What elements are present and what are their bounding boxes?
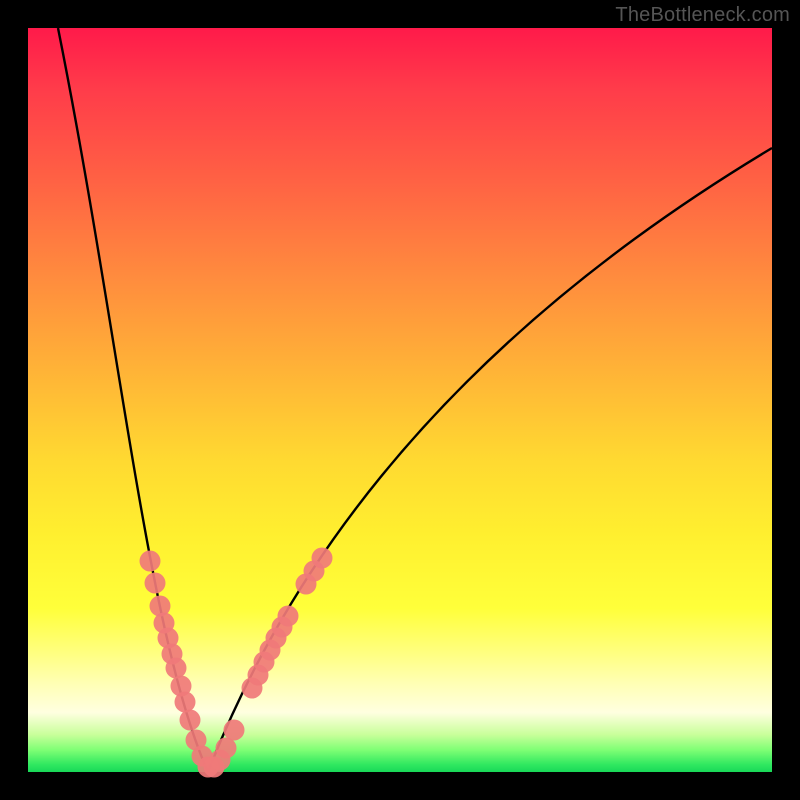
data-marker xyxy=(175,692,196,713)
bottleneck-chart xyxy=(28,28,772,772)
data-marker xyxy=(278,606,299,627)
data-marker xyxy=(312,548,333,569)
chart-frame xyxy=(28,28,772,772)
data-marker xyxy=(140,551,161,572)
data-marker xyxy=(216,738,237,759)
watermark-text: TheBottleneck.com xyxy=(615,4,790,27)
data-marker xyxy=(166,658,187,679)
data-marker xyxy=(180,710,201,731)
data-marker xyxy=(145,573,166,594)
data-marker xyxy=(224,720,245,741)
marker-layer xyxy=(140,548,333,778)
